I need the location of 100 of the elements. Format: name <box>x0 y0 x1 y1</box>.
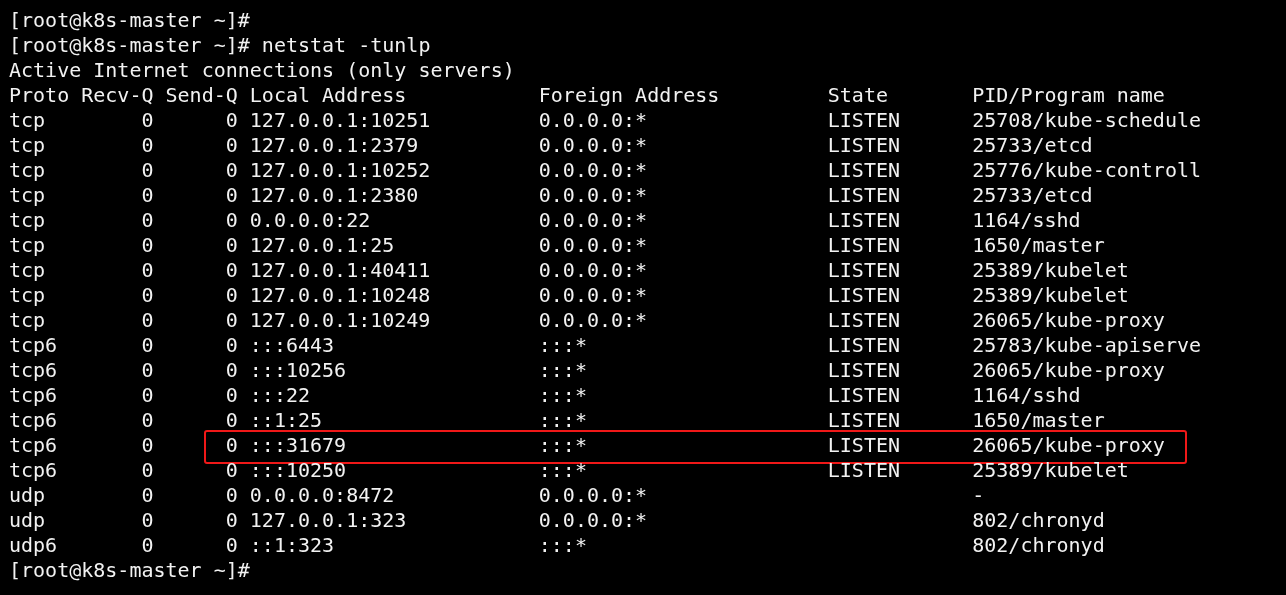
terminal-line: [root@k8s-master ~]# <box>9 558 251 583</box>
table-cell: LISTEN <box>827 458 900 483</box>
table-cell: 802/chronyd <box>972 508 1105 533</box>
table-cell: 127.0.0.1:10249 <box>249 308 431 333</box>
table-cell: LISTEN <box>827 183 900 208</box>
table-cell: 0 <box>141 208 154 233</box>
table-cell: 0 <box>141 433 154 458</box>
column-header: Proto <box>9 83 70 108</box>
table-cell: LISTEN <box>827 108 900 133</box>
table-cell: 0 <box>141 258 154 283</box>
table-cell: 0 <box>225 158 238 183</box>
table-cell: udp <box>9 483 46 508</box>
table-cell: tcp <box>9 283 46 308</box>
table-cell: LISTEN <box>827 308 900 333</box>
terminal-line: [root@k8s-master ~]# netstat -tunlp <box>9 33 432 58</box>
table-cell: tcp6 <box>9 408 58 433</box>
table-cell: - <box>972 483 985 508</box>
table-cell: 127.0.0.1:10248 <box>249 283 431 308</box>
table-cell: LISTEN <box>827 158 900 183</box>
table-cell: 0 <box>225 358 238 383</box>
table-cell: 0.0.0.0:* <box>538 233 648 258</box>
table-cell: 26065/kube-proxy <box>972 358 1165 383</box>
terminal-line: [root@k8s-master ~]# <box>9 8 251 33</box>
table-cell: :::* <box>538 533 587 558</box>
table-cell: 0.0.0.0:8472 <box>249 483 395 508</box>
table-cell: LISTEN <box>827 358 900 383</box>
table-cell: tcp <box>9 258 46 283</box>
table-cell: 1164/sshd <box>972 383 1081 408</box>
table-cell: 0 <box>225 108 238 133</box>
table-cell: LISTEN <box>827 208 900 233</box>
table-cell: 0 <box>225 333 238 358</box>
table-cell: :::6443 <box>249 333 335 358</box>
table-cell: 0.0.0.0:* <box>538 208 648 233</box>
table-cell: 0 <box>141 133 154 158</box>
table-cell: 26065/kube-proxy <box>972 308 1165 333</box>
table-cell: 0 <box>225 183 238 208</box>
table-cell: 0 <box>141 533 154 558</box>
table-cell: tcp6 <box>9 383 58 408</box>
table-cell: tcp <box>9 233 46 258</box>
table-cell: 0 <box>141 183 154 208</box>
table-cell: tcp <box>9 158 46 183</box>
terminal-line: Active Internet connections (only servers) <box>9 58 516 83</box>
table-cell: 127.0.0.1:25 <box>249 233 395 258</box>
table-cell: tcp <box>9 133 46 158</box>
table-cell: 0.0.0.0:* <box>538 133 648 158</box>
table-cell: tcp6 <box>9 333 58 358</box>
table-cell: ::1:25 <box>249 408 323 433</box>
table-cell: 0.0.0.0:* <box>538 258 648 283</box>
table-cell: ::1:323 <box>249 533 335 558</box>
table-cell: 0 <box>141 383 154 408</box>
table-cell: 0.0.0.0:* <box>538 158 648 183</box>
table-cell: 25783/kube-apiserve <box>972 333 1202 358</box>
table-cell: :::31679 <box>249 433 347 458</box>
column-header: Local Address <box>249 83 407 108</box>
table-cell: 25389/kubelet <box>972 283 1129 308</box>
table-cell: 0 <box>225 483 238 508</box>
table-cell: :::* <box>538 433 587 458</box>
table-cell: tcp <box>9 308 46 333</box>
column-header: State <box>827 83 888 108</box>
table-cell: 0 <box>225 533 238 558</box>
table-cell: LISTEN <box>827 433 900 458</box>
table-cell: 0 <box>225 508 238 533</box>
table-cell: LISTEN <box>827 133 900 158</box>
table-cell: tcp6 <box>9 458 58 483</box>
table-cell: :::* <box>538 408 587 433</box>
table-cell: 0 <box>225 208 238 233</box>
table-cell: :::* <box>538 383 587 408</box>
table-cell: 0 <box>225 283 238 308</box>
table-cell: udp6 <box>9 533 58 558</box>
table-cell: 0 <box>225 458 238 483</box>
table-cell: 0 <box>141 358 154 383</box>
table-cell: LISTEN <box>827 258 900 283</box>
table-cell: :::22 <box>249 383 310 408</box>
table-cell: 0 <box>225 233 238 258</box>
table-cell: 0 <box>225 308 238 333</box>
table-cell: :::* <box>538 458 587 483</box>
column-header: Foreign Address <box>538 83 720 108</box>
table-cell: 0 <box>141 233 154 258</box>
table-cell: 127.0.0.1:2379 <box>249 133 419 158</box>
table-cell: 127.0.0.1:10252 <box>249 158 431 183</box>
table-cell: 1650/master <box>972 233 1105 258</box>
table-cell: 127.0.0.1:323 <box>249 508 407 533</box>
column-header: PID/Program name <box>972 83 1165 108</box>
table-cell: 0 <box>225 433 238 458</box>
table-cell: 0.0.0.0:* <box>538 308 648 333</box>
table-cell: 0 <box>141 308 154 333</box>
table-cell: :::10256 <box>249 358 347 383</box>
table-cell: 25389/kubelet <box>972 258 1129 283</box>
table-cell: udp <box>9 508 46 533</box>
table-cell: 0 <box>225 258 238 283</box>
table-cell: 0 <box>141 158 154 183</box>
table-cell: 0 <box>225 408 238 433</box>
table-cell: 25733/etcd <box>972 133 1093 158</box>
table-cell: 0 <box>225 133 238 158</box>
table-cell: 0.0.0.0:22 <box>249 208 371 233</box>
table-cell: 0 <box>141 483 154 508</box>
table-cell: 0 <box>141 108 154 133</box>
table-cell: 25733/etcd <box>972 183 1093 208</box>
table-cell: 0.0.0.0:* <box>538 283 648 308</box>
table-cell: 1164/sshd <box>972 208 1081 233</box>
